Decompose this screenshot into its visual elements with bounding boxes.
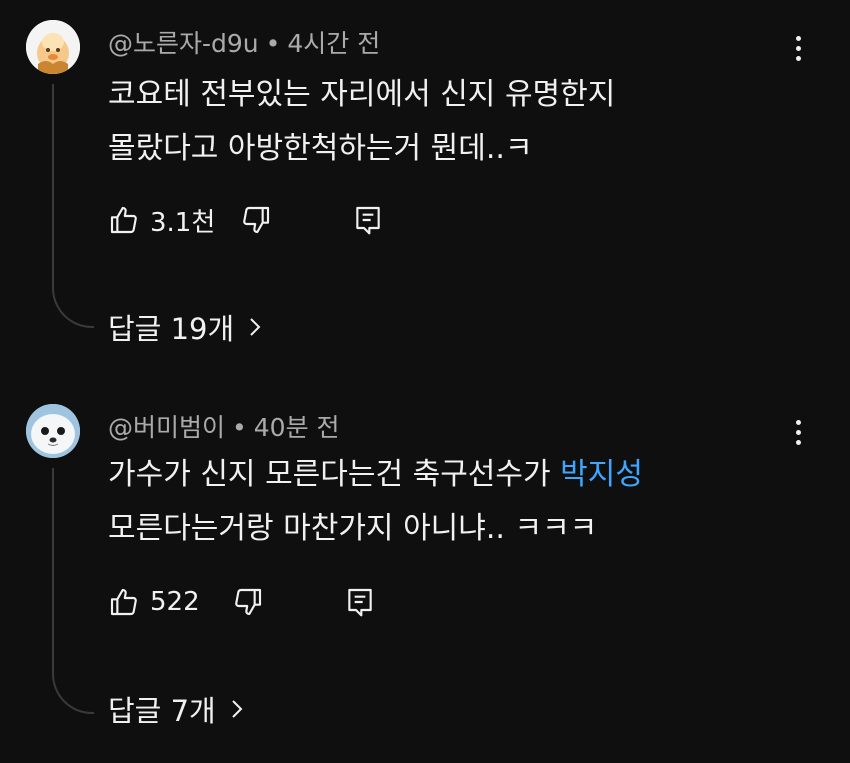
reply-thread-line xyxy=(52,84,94,328)
comment-line: 몰랐다고 아방한척하는거 뭔데..ㅋ xyxy=(108,131,533,166)
seal-avatar-icon xyxy=(26,404,80,458)
comment-line: 코요테 전부있는 자리에서 신지 유명한지 xyxy=(108,77,616,112)
view-replies-button[interactable]: 답글 19개 xyxy=(108,306,262,348)
seal-face-avatar[interactable] xyxy=(26,404,80,458)
chevron-right-icon xyxy=(250,318,261,336)
thumbs-up-icon xyxy=(110,206,137,234)
comment-line-text: 가수가 신지 모른다는건 축구선수가 xyxy=(108,457,561,492)
thumbs-up-icon xyxy=(110,588,137,616)
thumbs-down-icon xyxy=(235,588,262,616)
meta-separator: • xyxy=(232,413,247,442)
dot xyxy=(795,35,801,41)
comment-meta: @버미범이 • 40분 전 xyxy=(108,408,340,444)
replies-label: 답글 7개 xyxy=(108,694,216,728)
dot xyxy=(795,439,801,445)
dislike-button[interactable] xyxy=(240,200,272,240)
comment-text: 코요테 전부있는 자리에서 신지 유명한지 몰랐다고 아방한척하는거 뭔데..ㅋ xyxy=(108,68,615,176)
replies-label: 답글 19개 xyxy=(108,312,235,346)
like-count: 3.1천 xyxy=(150,207,216,238)
dot xyxy=(795,429,801,435)
comment-1: @노른자-d9u • 4시간 전 코요테 전부있는 자리에서 신지 유명한지 몰랐다… xyxy=(0,0,850,380)
dislike-button[interactable] xyxy=(232,582,264,622)
more-options-button[interactable] xyxy=(786,28,810,68)
comment-actions: 3.1천 xyxy=(108,200,408,240)
like-button[interactable]: 522 xyxy=(108,582,200,622)
comment-meta: @노른자-d9u • 4시간 전 xyxy=(108,24,380,60)
comment-time: 4시간 전 xyxy=(287,29,381,58)
dot xyxy=(795,45,801,51)
duck-avatar-icon xyxy=(26,20,80,74)
chevron-right-icon xyxy=(232,700,243,718)
like-count: 522 xyxy=(150,587,200,617)
duck-face-avatar[interactable] xyxy=(26,20,80,74)
comment-text: 가수가 신지 모른다는건 축구선수가 박지성 모른다는거랑 마찬가지 아니냐..… xyxy=(108,448,643,556)
dot xyxy=(795,55,801,61)
reply-thread-line xyxy=(52,468,94,714)
thumbs-down-icon xyxy=(243,206,270,234)
reply-button[interactable] xyxy=(344,582,376,622)
author-name[interactable]: @노른자-d9u xyxy=(108,29,259,58)
view-replies-button[interactable]: 답글 7개 xyxy=(108,688,244,730)
reply-button[interactable] xyxy=(352,200,384,240)
comment-actions: 522 xyxy=(108,582,408,622)
comment-2: @버미범이 • 40분 전 가수가 신지 모른다는건 축구선수가 박지성 모른다는거… xyxy=(0,380,850,763)
dot xyxy=(795,419,801,425)
more-options-button[interactable] xyxy=(786,412,810,452)
reply-comment-icon xyxy=(348,588,372,617)
reply-comment-icon xyxy=(356,206,380,235)
comment-line: 모른다는거랑 마찬가지 아니냐.. ㅋㅋㅋ xyxy=(108,511,598,546)
meta-separator: • xyxy=(265,29,281,58)
author-name[interactable]: @버미범이 xyxy=(108,413,225,442)
like-button[interactable]: 3.1천 xyxy=(108,200,215,240)
comment-line: 가수가 신지 모른다는건 축구선수가 박지성 xyxy=(108,448,643,502)
mention-link[interactable]: 박지성 xyxy=(560,457,643,492)
comment-time: 40분 전 xyxy=(253,413,340,442)
